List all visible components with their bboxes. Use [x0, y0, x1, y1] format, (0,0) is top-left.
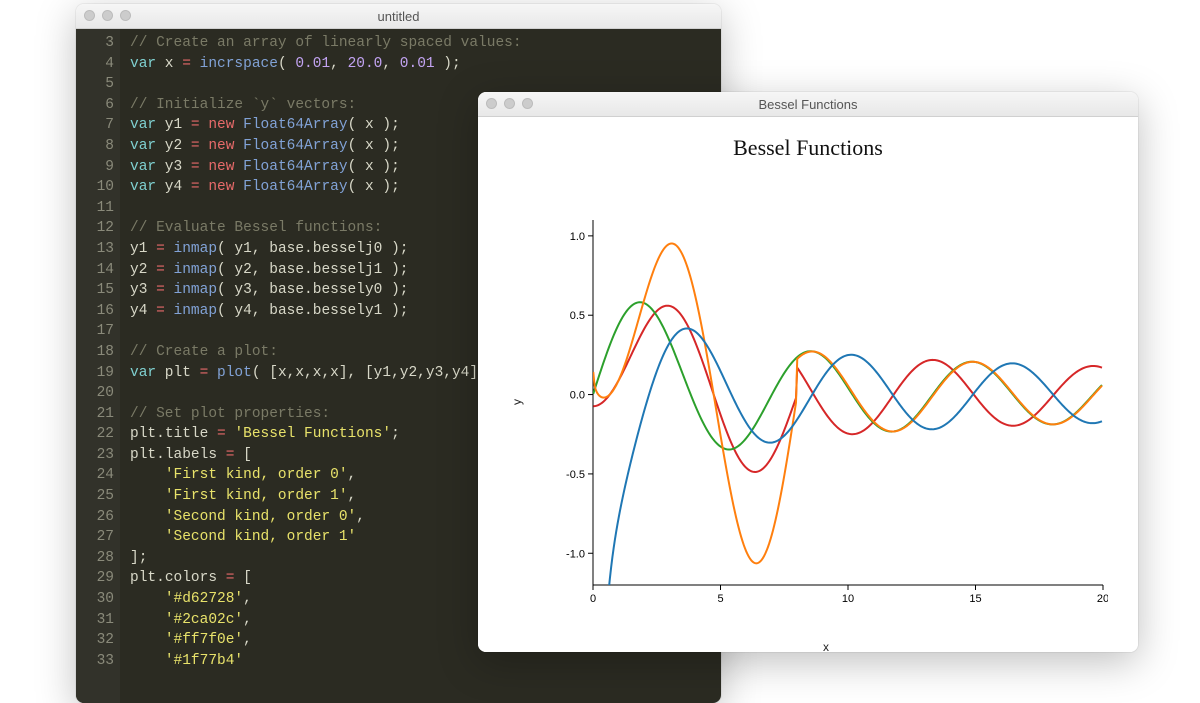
zoom-icon[interactable] [522, 98, 533, 109]
minimize-icon[interactable] [102, 10, 113, 21]
line-number: 31 [78, 610, 114, 631]
code-line[interactable] [130, 321, 522, 342]
zoom-icon[interactable] [120, 10, 131, 21]
plot-window-title: Bessel Functions [478, 97, 1138, 112]
x-tick-label: 5 [717, 593, 723, 605]
code-line[interactable]: // Initialize `y` vectors: [130, 95, 522, 116]
line-number: 12 [78, 218, 114, 239]
line-number: 14 [78, 260, 114, 281]
code-line[interactable]: var y3 = new Float64Array( x ); [130, 157, 522, 178]
series-bessely1 [593, 328, 1102, 615]
line-number: 26 [78, 507, 114, 528]
traffic-lights [486, 98, 533, 109]
close-icon[interactable] [84, 10, 95, 21]
code-line[interactable]: // Create a plot: [130, 342, 522, 363]
series-besselj1 [593, 302, 1102, 449]
traffic-lights [84, 10, 131, 21]
code-line[interactable]: 'First kind, order 1', [130, 486, 522, 507]
x-axis-label: x [823, 640, 829, 652]
code-line[interactable]: var plt = plot( [x,x,x,x], [y1,y2,y3,y4]… [130, 363, 522, 384]
line-number: 19 [78, 363, 114, 384]
code-line[interactable]: plt.title = 'Bessel Functions'; [130, 424, 522, 445]
line-number: 17 [78, 321, 114, 342]
x-tick-label: 15 [969, 593, 981, 605]
line-number: 7 [78, 115, 114, 136]
code-line[interactable]: '#d62728', [130, 589, 522, 610]
editor-titlebar[interactable]: untitled [76, 4, 721, 29]
line-number: 9 [78, 157, 114, 178]
code-line[interactable]: var y1 = new Float64Array( x ); [130, 115, 522, 136]
series-bessely0 [593, 243, 1102, 563]
editor-code[interactable]: // Create an array of linearly spaced va… [120, 29, 532, 703]
code-line[interactable]: var x = incrspace( 0.01, 20.0, 0.01 ); [130, 54, 522, 75]
code-line[interactable] [130, 383, 522, 404]
y-tick-label: 0.5 [570, 310, 585, 322]
code-line[interactable]: '#2ca02c', [130, 610, 522, 631]
plot-titlebar[interactable]: Bessel Functions [478, 92, 1138, 117]
editor-gutter: 3456789101112131415161718192021222324252… [76, 29, 120, 703]
line-number: 30 [78, 589, 114, 610]
line-number: 18 [78, 342, 114, 363]
code-line[interactable]: // Create an array of linearly spaced va… [130, 33, 522, 54]
code-line[interactable]: 'Second kind, order 0', [130, 507, 522, 528]
code-line[interactable]: y4 = inmap( y4, base.bessely1 ); [130, 301, 522, 322]
editor-title: untitled [76, 9, 721, 24]
plot-body: Bessel Functions y -1.0 -0.5 0.0 0.5 1.0 0 5 10… [478, 135, 1138, 652]
line-number: 10 [78, 177, 114, 198]
code-line[interactable]: ]; [130, 548, 522, 569]
y-tick-label: -0.5 [566, 469, 585, 481]
code-line[interactable]: 'First kind, order 0', [130, 465, 522, 486]
code-line[interactable]: '#ff7f0e', [130, 630, 522, 651]
line-number: 3 [78, 33, 114, 54]
line-number: 27 [78, 527, 114, 548]
line-number: 13 [78, 239, 114, 260]
code-line[interactable]: '#1f77b4' [130, 651, 522, 672]
line-number: 15 [78, 280, 114, 301]
y-axis-label: y [510, 399, 524, 405]
line-number: 32 [78, 630, 114, 651]
minimize-icon[interactable] [504, 98, 515, 109]
plot-axes [593, 220, 1103, 585]
code-line[interactable] [130, 198, 522, 219]
code-line[interactable]: 'Second kind, order 1' [130, 527, 522, 548]
y-tick-label: -1.0 [566, 548, 585, 560]
code-line[interactable]: y3 = inmap( y3, base.bessely0 ); [130, 280, 522, 301]
line-number: 33 [78, 651, 114, 672]
line-number: 28 [78, 548, 114, 569]
x-tick-label: 20 [1097, 593, 1108, 605]
line-number: 24 [78, 465, 114, 486]
plot-window: Bessel Functions Bessel Functions y -1.0… [478, 92, 1138, 652]
line-number: 29 [78, 568, 114, 589]
line-number: 8 [78, 136, 114, 157]
x-tick-label: 0 [590, 593, 596, 605]
line-number: 25 [78, 486, 114, 507]
code-line[interactable]: y1 = inmap( y1, base.besselj0 ); [130, 239, 522, 260]
code-line[interactable]: plt.colors = [ [130, 568, 522, 589]
code-line[interactable]: // Evaluate Bessel functions: [130, 218, 522, 239]
y-tick-label: 0.0 [570, 390, 585, 402]
line-number: 5 [78, 74, 114, 95]
plot-title: Bessel Functions [478, 135, 1138, 161]
line-number: 16 [78, 301, 114, 322]
line-number: 22 [78, 424, 114, 445]
code-line[interactable]: plt.labels = [ [130, 445, 522, 466]
line-number: 23 [78, 445, 114, 466]
code-line[interactable]: // Set plot properties: [130, 404, 522, 425]
code-line[interactable] [130, 74, 522, 95]
code-line[interactable]: var y4 = new Float64Array( x ); [130, 177, 522, 198]
code-line[interactable]: y2 = inmap( y2, base.besselj1 ); [130, 260, 522, 281]
y-tick-label: 1.0 [570, 231, 585, 243]
x-tick-label: 10 [842, 593, 854, 605]
line-number: 21 [78, 404, 114, 425]
line-number: 20 [78, 383, 114, 404]
close-icon[interactable] [486, 98, 497, 109]
line-number: 6 [78, 95, 114, 116]
plot-area: -1.0 -0.5 0.0 0.5 1.0 0 5 10 15 20 [553, 215, 1108, 615]
code-line[interactable]: var y2 = new Float64Array( x ); [130, 136, 522, 157]
line-number: 11 [78, 198, 114, 219]
line-number: 4 [78, 54, 114, 75]
